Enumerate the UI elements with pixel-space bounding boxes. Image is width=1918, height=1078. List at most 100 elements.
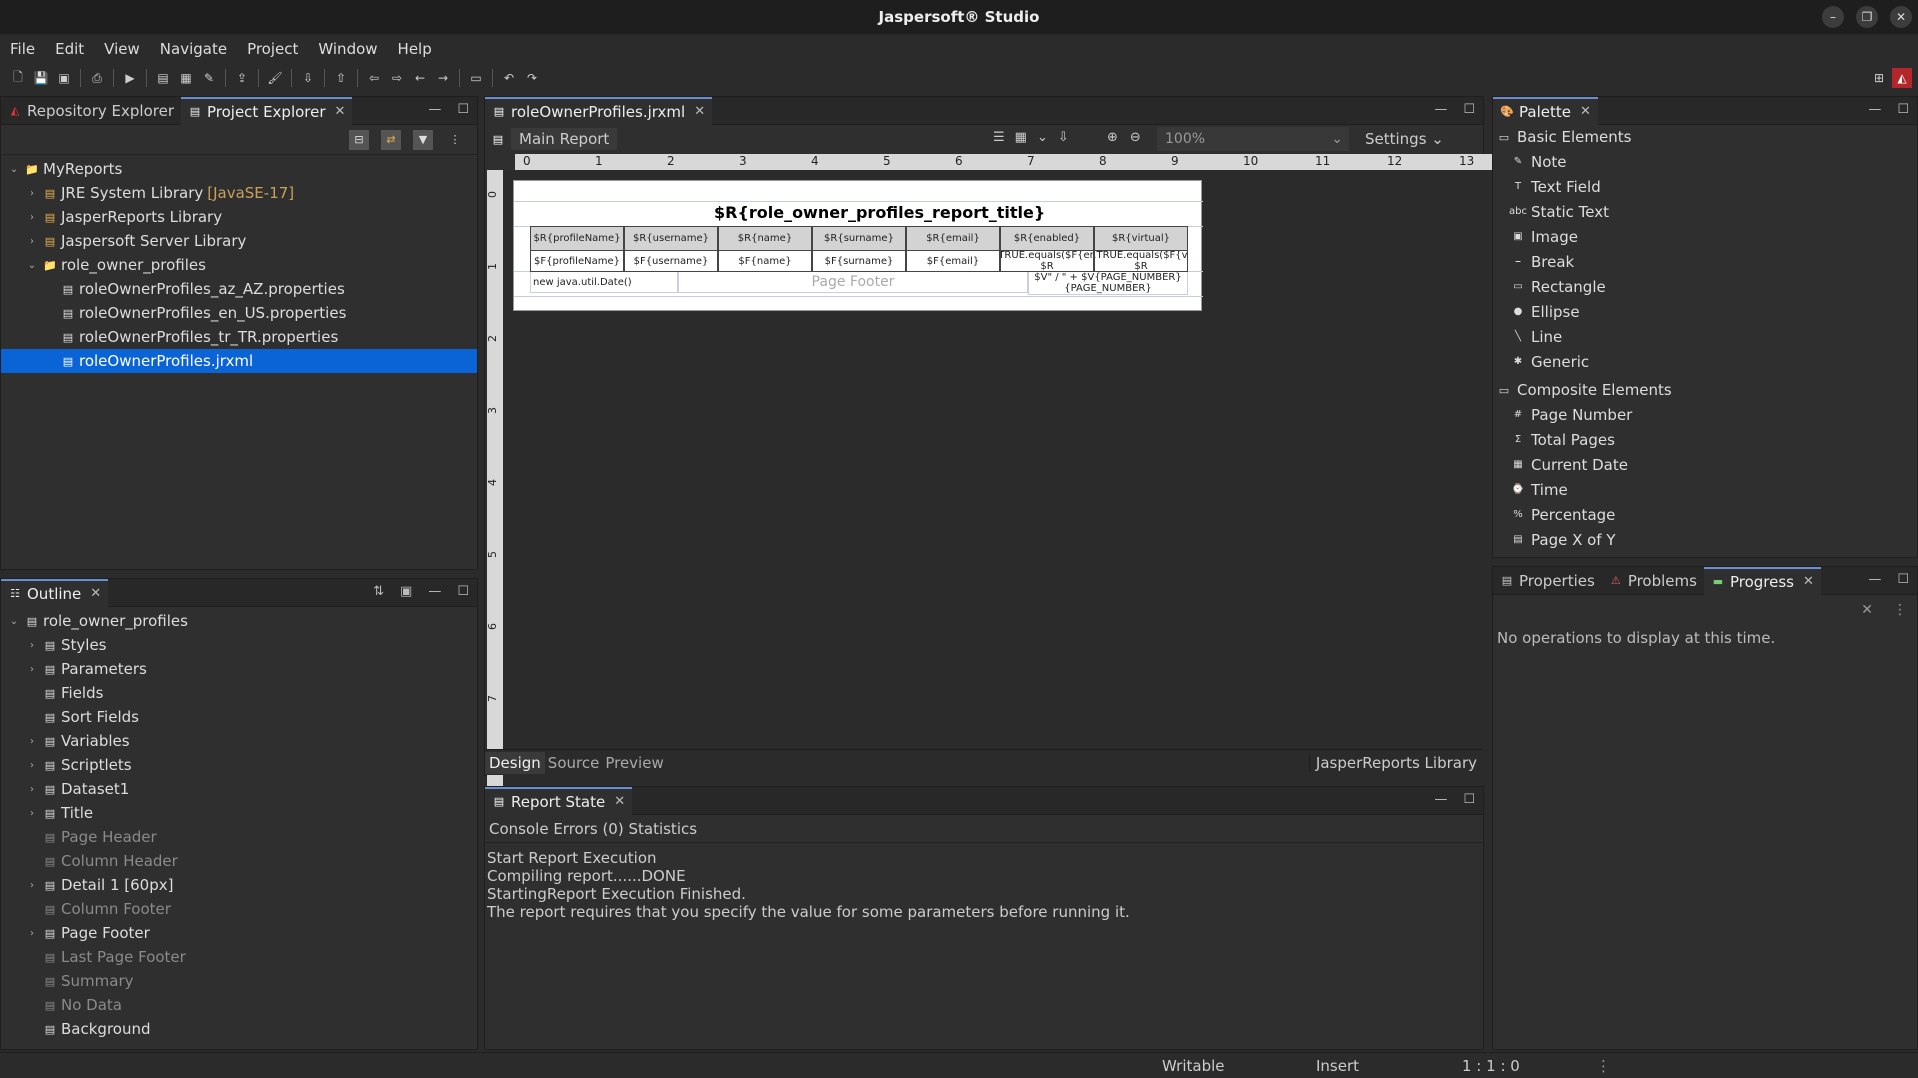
close-tab-icon[interactable]: ✕ — [335, 104, 346, 119]
expand-icon[interactable]: › — [25, 736, 39, 747]
minimize-panel-icon[interactable]: — — [1434, 792, 1447, 807]
report-title-field[interactable]: $R{role_owner_profiles_report_title} — [714, 203, 1045, 222]
palette-current-date[interactable]: ▦ Current Date — [1493, 452, 1917, 477]
column-header-cell[interactable]: $R{virtual} — [1094, 226, 1188, 251]
export-icon[interactable]: ⇧ — [331, 68, 351, 88]
zoom-out-icon[interactable]: ⊖ — [1130, 130, 1141, 145]
column-header-cell[interactable]: $R{enabled} — [1000, 226, 1094, 251]
palette-break[interactable]: ⎯ Break — [1493, 249, 1917, 274]
layout-icon[interactable]: ▦ — [1015, 130, 1027, 145]
tab-progress[interactable]: ▬ Progress ✕ — [1703, 566, 1821, 595]
menu-project[interactable]: Project — [237, 40, 308, 58]
palette-image[interactable]: ▣ Image — [1493, 224, 1917, 249]
composite-elements-header[interactable]: ▭ Composite Elements — [1493, 378, 1917, 402]
outline-item[interactable]: ▤ Column Footer — [1, 897, 477, 921]
maximize-panel-icon[interactable]: ☐ — [1897, 102, 1909, 117]
outline-item[interactable]: › ▤ Styles — [1, 633, 477, 657]
minimize-panel-icon[interactable]: — — [1434, 102, 1447, 117]
tab-properties[interactable]: ▤ Properties — [1493, 567, 1602, 595]
prev-edit-icon[interactable]: ⇦ — [364, 68, 384, 88]
tab-report-state[interactable]: ▤ Report State ✕ — [485, 786, 633, 815]
detail-field-cell[interactable]: $F{surname} — [812, 250, 906, 272]
dropdown-icon[interactable]: ⌄ — [1037, 130, 1048, 145]
outline-item[interactable]: ▤ Background — [1, 1017, 477, 1041]
palette-line[interactable]: ╲ Line — [1493, 324, 1917, 349]
column-header-cell[interactable]: $R{profileName} — [530, 226, 624, 251]
close-tab-icon[interactable]: ✕ — [1803, 574, 1814, 589]
brush-icon[interactable]: 🖌 — [265, 68, 285, 88]
outline-item[interactable]: › ▤ Dataset1 — [1, 777, 477, 801]
tree-item[interactable]: ⌄ 📁 role_owner_profiles — [1, 253, 477, 277]
tree-item[interactable]: ▤ roleOwnerProfiles_en_US.properties — [1, 301, 477, 325]
tab-project-explorer[interactable]: ▤ Project Explorer ✕ — [180, 96, 353, 125]
footer-date-field[interactable]: new java.util.Date() — [530, 271, 678, 293]
view-menu-icon[interactable]: ⋮ — [445, 130, 465, 150]
detail-field-cell[interactable]: (Boolean.TRUE.equals($F{enabled}))? $R — [1000, 250, 1094, 272]
expand-icon[interactable]: › — [25, 664, 39, 675]
expand-icon[interactable]: › — [25, 808, 39, 819]
jaspersoft-perspective-icon[interactable]: ◭ — [1892, 68, 1912, 88]
maximize-panel-icon[interactable]: ☐ — [1897, 572, 1909, 587]
menu-edit[interactable]: Edit — [45, 40, 94, 58]
minimize-panel-icon[interactable]: — — [428, 102, 441, 117]
expand-icon[interactable]: ⌄ — [7, 616, 21, 627]
edit-icon[interactable]: ✎ — [199, 68, 219, 88]
menu-navigate[interactable]: Navigate — [150, 40, 237, 58]
close-icon[interactable]: ✕ — [1890, 6, 1912, 28]
tab-preview[interactable]: Preview — [602, 754, 666, 772]
settings-button[interactable]: Settings ⌄ — [1365, 130, 1444, 148]
palette-text-field[interactable]: T Text Field — [1493, 174, 1917, 199]
filter-icon[interactable]: ▼ — [413, 129, 433, 150]
expand-icon[interactable]: › — [25, 880, 39, 891]
detail-field-cell[interactable]: $F{email} — [906, 250, 1000, 272]
palette-static-text[interactable]: abc Static Text — [1493, 199, 1917, 224]
forward-icon[interactable]: → — [433, 68, 453, 88]
zoom-combo[interactable]: 100% ⌄ — [1157, 127, 1349, 151]
tree-item[interactable]: ⌄ 📁 MyReports — [1, 157, 477, 181]
tree-item[interactable]: ▤ roleOwnerProfiles_tr_TR.properties — [1, 325, 477, 349]
terminal-icon[interactable]: ▭ — [466, 68, 486, 88]
redo-icon[interactable]: ↷ — [522, 68, 542, 88]
import-icon[interactable]: ⇩ — [298, 68, 318, 88]
detail-field-cell[interactable]: $F{profileName} — [530, 250, 624, 272]
status-menu-icon[interactable]: ⋮ — [1596, 1057, 1611, 1075]
expand-icon[interactable]: › — [25, 640, 39, 651]
outline-item[interactable]: › ▤ Title — [1, 801, 477, 825]
palette-percentage[interactable]: % Percentage — [1493, 502, 1917, 527]
maximize-panel-icon[interactable]: ☐ — [457, 584, 469, 599]
tree-item[interactable]: › ▤ Jaspersoft Server Library — [1, 229, 477, 253]
outline-item[interactable]: › ▤ Detail 1 [60px] — [1, 873, 477, 897]
tree-item[interactable]: ▤ roleOwnerProfiles.jrxml — [1, 349, 477, 373]
palette-page-x-of-y[interactable]: ▤ Page X of Y — [1493, 527, 1917, 552]
palette-ellipse[interactable]: ● Ellipse — [1493, 299, 1917, 324]
undo-icon[interactable]: ↶ — [499, 68, 519, 88]
maximize-panel-icon[interactable]: ☐ — [1463, 792, 1475, 807]
close-tab-icon[interactable]: ✕ — [1580, 104, 1591, 119]
outline-item[interactable]: ▤ Page Header — [1, 825, 477, 849]
detail-field-cell[interactable]: $F{name} — [718, 250, 812, 272]
detail-field-cell[interactable]: (Boolean.TRUE.equals($F{virtual}))? $R — [1094, 250, 1188, 272]
next-edit-icon[interactable]: ⇨ — [387, 68, 407, 88]
outline-item[interactable]: › ▤ Scriptlets — [1, 753, 477, 777]
new-icon[interactable]: 🗋 — [8, 68, 28, 88]
chevron-down-icon[interactable]: ⌄ — [7, 164, 21, 175]
palette-note[interactable]: ✎ Note — [1493, 149, 1917, 174]
collapse-all-icon[interactable]: ⊟ — [349, 129, 369, 150]
minimize-icon[interactable]: – — [1822, 6, 1844, 28]
palette-generic[interactable]: ✱ Generic — [1493, 349, 1917, 374]
footer-page-number-field[interactable]: $V" / " + $V{PAGE_NUMBER}{PAGE_NUMBER} — [1028, 271, 1188, 295]
tab-editor-file[interactable]: ▤ roleOwnerProfiles.jrxml ✕ — [485, 96, 713, 125]
tab-repository-explorer[interactable]: ◭ Repository Explorer — [1, 97, 181, 125]
menu-help[interactable]: Help — [388, 40, 442, 58]
expand-icon[interactable]: › — [25, 784, 39, 795]
tab-design[interactable]: Design — [485, 751, 545, 774]
new-report-icon[interactable]: ▤ — [153, 68, 173, 88]
tab-palette[interactable]: 🎨 Palette ✕ — [1493, 96, 1598, 125]
outline-item[interactable]: › ▤ Parameters — [1, 657, 477, 681]
back-icon[interactable]: ← — [410, 68, 430, 88]
outline-item[interactable]: ▤ No Data — [1, 993, 477, 1017]
main-report-crumb[interactable]: Main Report — [511, 128, 618, 150]
report-state-subtabs[interactable]: Console Errors (0) Statistics — [485, 815, 1483, 843]
tab-source[interactable]: Source — [545, 754, 603, 772]
tree-item[interactable]: › ▤ JasperReports Library — [1, 205, 477, 229]
